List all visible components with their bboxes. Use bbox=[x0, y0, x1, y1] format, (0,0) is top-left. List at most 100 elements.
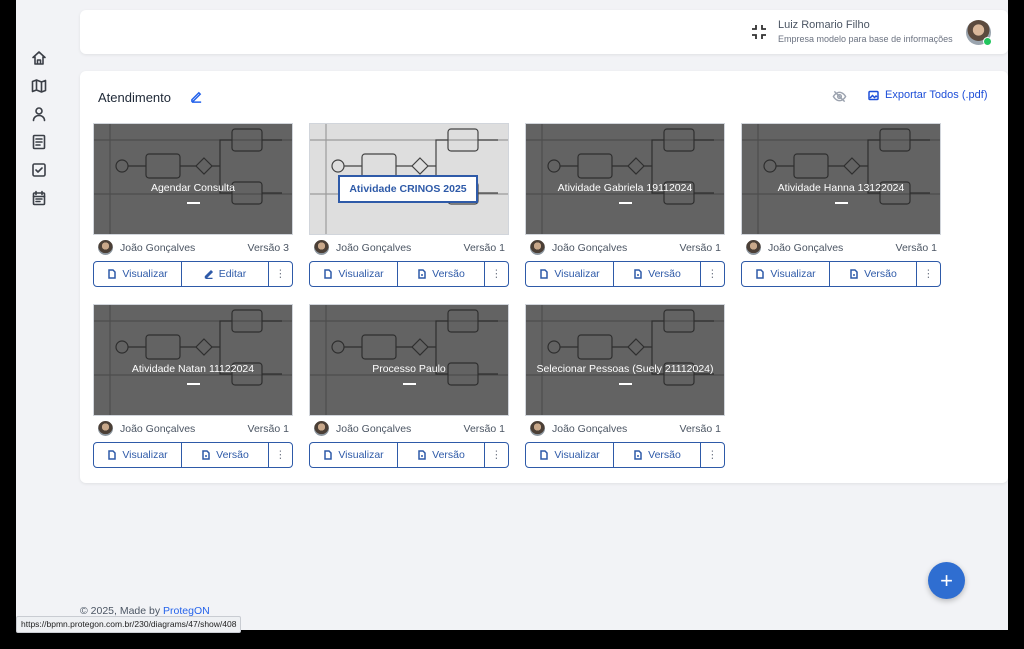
version-icon bbox=[634, 450, 642, 460]
app-screen: Luiz Romario Filho Empresa modelo para b… bbox=[16, 0, 1008, 630]
version-button[interactable]: Versão bbox=[182, 443, 269, 467]
view-button[interactable]: Visualizar bbox=[526, 443, 614, 467]
edit-button[interactable]: Editar bbox=[182, 262, 269, 286]
card-actions: Visualizar Versão ⋮ bbox=[525, 261, 725, 287]
map-icon[interactable] bbox=[16, 72, 62, 100]
document-list-icon[interactable] bbox=[16, 128, 62, 156]
card-meta: João Gonçalves Versão 1 bbox=[309, 420, 509, 438]
version-label: Versão 1 bbox=[679, 423, 721, 435]
more-options-button[interactable]: ⋮ bbox=[269, 262, 292, 286]
edit-title-icon[interactable] bbox=[190, 90, 204, 104]
hide-eye-icon[interactable] bbox=[832, 89, 848, 105]
version-label: Versão 3 bbox=[247, 242, 289, 254]
process-card[interactable]: Processo Paulo João Gonçalves Versão 1 V… bbox=[309, 304, 509, 470]
diagram-thumbnail[interactable]: Processo Paulo bbox=[309, 304, 509, 416]
more-options-button[interactable]: ⋮ bbox=[485, 443, 508, 467]
image-icon bbox=[868, 90, 879, 100]
author-name: João Gonçalves bbox=[120, 423, 196, 435]
card-meta: João Gonçalves Versão 1 bbox=[525, 420, 725, 438]
process-card[interactable]: Atividade Natan 11122024 João Gonçalves … bbox=[93, 304, 293, 470]
more-options-button[interactable]: ⋮ bbox=[701, 262, 724, 286]
version-button[interactable]: Versão bbox=[398, 262, 485, 286]
card-title: Atividade CRINOS 2025 bbox=[338, 175, 478, 203]
top-header: Luiz Romario Filho Empresa modelo para b… bbox=[80, 10, 1008, 54]
version-button-label: Versão bbox=[648, 268, 681, 280]
user-icon[interactable] bbox=[16, 100, 62, 128]
view-label: Visualizar bbox=[554, 268, 600, 280]
card-meta: João Gonçalves Versão 1 bbox=[93, 420, 293, 438]
online-status-dot bbox=[983, 37, 992, 46]
more-options-button[interactable]: ⋮ bbox=[701, 443, 724, 467]
view-button[interactable]: Visualizar bbox=[94, 443, 182, 467]
sidebar bbox=[16, 44, 62, 212]
card-meta: João Gonçalves Versão 1 bbox=[525, 239, 725, 257]
view-label: Visualizar bbox=[338, 268, 384, 280]
version-icon bbox=[202, 450, 210, 460]
version-button[interactable]: Versão bbox=[398, 443, 485, 467]
thumbnail-overlay bbox=[526, 305, 724, 415]
process-card[interactable]: Selecionar Pessoas (Suely 21112024) João… bbox=[525, 304, 725, 470]
title-dash bbox=[835, 202, 848, 204]
diagram-thumbnail[interactable]: Atividade Hanna 13122024 bbox=[741, 123, 941, 235]
title-dash bbox=[619, 202, 632, 204]
process-card[interactable]: Atividade CRINOS 2025 João Gonçalves Ver… bbox=[309, 123, 509, 289]
view-button[interactable]: Visualizar bbox=[310, 443, 398, 467]
version-button[interactable]: Versão bbox=[830, 262, 917, 286]
card-actions: Visualizar Versão ⋮ bbox=[525, 442, 725, 468]
view-label: Visualizar bbox=[338, 449, 384, 461]
view-button[interactable]: Visualizar bbox=[526, 262, 614, 286]
diagram-thumbnail[interactable]: Atividade Gabriela 19112024 bbox=[525, 123, 725, 235]
view-button[interactable]: Visualizar bbox=[742, 262, 830, 286]
version-icon bbox=[634, 269, 642, 279]
card-title: Selecionar Pessoas (Suely 21112024) bbox=[536, 363, 714, 375]
diagram-thumbnail[interactable]: Atividade Natan 11122024 bbox=[93, 304, 293, 416]
document-icon bbox=[540, 450, 549, 460]
more-options-button[interactable]: ⋮ bbox=[269, 443, 292, 467]
diagram-thumbnail[interactable]: Selecionar Pessoas (Suely 21112024) bbox=[525, 304, 725, 416]
version-label: Versão 1 bbox=[679, 242, 721, 254]
checkbox-icon[interactable] bbox=[16, 156, 62, 184]
company-name: Empresa modelo para base de informações bbox=[778, 34, 953, 44]
document-icon bbox=[540, 269, 549, 279]
process-panel: Atendimento Exportar Todos (.pdf) Agenda… bbox=[80, 71, 1008, 483]
author-name: João Gonçalves bbox=[336, 423, 412, 435]
diagram-thumbnail[interactable]: Agendar Consulta bbox=[93, 123, 293, 235]
avatar[interactable] bbox=[966, 20, 992, 46]
process-card[interactable]: Agendar Consulta João Gonçalves Versão 3… bbox=[93, 123, 293, 289]
more-options-button[interactable]: ⋮ bbox=[485, 262, 508, 286]
version-button[interactable]: Versão bbox=[614, 443, 701, 467]
user-info[interactable]: Luiz Romario Filho Empresa modelo para b… bbox=[778, 19, 953, 44]
diagram-thumbnail[interactable]: Atividade CRINOS 2025 bbox=[309, 123, 509, 235]
collapse-icon[interactable] bbox=[750, 23, 768, 41]
home-icon[interactable] bbox=[16, 44, 62, 72]
more-options-button[interactable]: ⋮ bbox=[917, 262, 940, 286]
document-icon bbox=[108, 269, 117, 279]
view-label: Visualizar bbox=[554, 449, 600, 461]
document-icon bbox=[756, 269, 765, 279]
view-label: Visualizar bbox=[122, 268, 168, 280]
calendar-icon[interactable] bbox=[16, 184, 62, 212]
page-title: Atendimento bbox=[98, 90, 171, 105]
author-avatar bbox=[746, 240, 761, 255]
title-dash bbox=[187, 383, 200, 385]
document-icon bbox=[108, 450, 117, 460]
version-button[interactable]: Versão bbox=[614, 262, 701, 286]
card-actions: Visualizar Versão ⋮ bbox=[93, 442, 293, 468]
view-button[interactable]: Visualizar bbox=[94, 262, 182, 286]
version-icon bbox=[418, 269, 426, 279]
card-actions: Visualizar Versão ⋮ bbox=[309, 442, 509, 468]
author-avatar bbox=[530, 240, 545, 255]
card-title: Atividade Gabriela 19112024 bbox=[557, 182, 693, 194]
author-avatar bbox=[98, 240, 113, 255]
export-all-button[interactable]: Exportar Todos (.pdf) bbox=[868, 89, 988, 101]
view-button[interactable]: Visualizar bbox=[310, 262, 398, 286]
view-label: Visualizar bbox=[122, 449, 168, 461]
user-name: Luiz Romario Filho bbox=[778, 19, 870, 31]
version-button-label: Versão bbox=[864, 268, 897, 280]
title-dash bbox=[619, 383, 632, 385]
add-button[interactable]: + bbox=[928, 562, 965, 599]
author-name: João Gonçalves bbox=[768, 242, 844, 254]
process-card[interactable]: Atividade Gabriela 19112024 João Gonçalv… bbox=[525, 123, 725, 289]
process-card[interactable]: Atividade Hanna 13122024 João Gonçalves … bbox=[741, 123, 941, 289]
version-label: Versão 1 bbox=[247, 423, 289, 435]
